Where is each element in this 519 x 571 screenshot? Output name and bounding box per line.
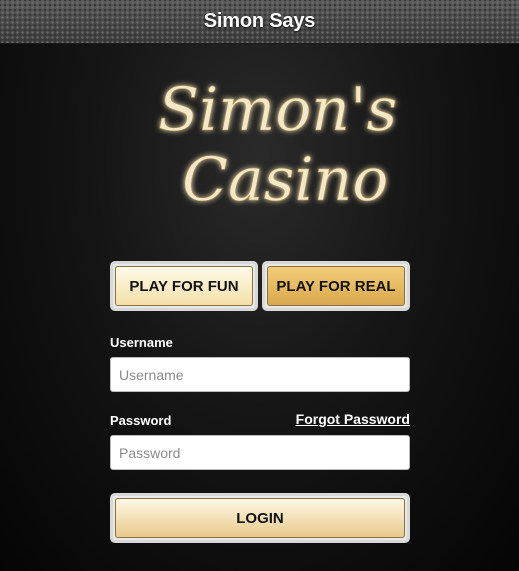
title-bar: Simon Says [0, 0, 519, 44]
username-input[interactable] [110, 357, 410, 392]
app-window: Simon Says Simon's Casino PLAY FOR FUN P… [0, 0, 519, 571]
play-mode-toggle: PLAY FOR FUN PLAY FOR REAL [110, 261, 410, 311]
password-label: Password [110, 413, 172, 428]
username-label: Username [110, 335, 173, 350]
casino-logo: Simon's Casino [150, 55, 398, 220]
password-input[interactable] [110, 435, 410, 470]
play-for-real-label: PLAY FOR REAL [267, 266, 405, 306]
logo-line-1: Simon's [158, 75, 397, 145]
casino-logo-graphic: Simon's Casino [158, 75, 398, 216]
play-for-real-button[interactable]: PLAY FOR REAL [262, 261, 410, 311]
logo-line-2: Casino [182, 145, 388, 215]
login-button[interactable]: LOGIN [110, 493, 410, 543]
window-title: Simon Says [203, 10, 316, 32]
play-for-fun-button[interactable]: PLAY FOR FUN [110, 261, 258, 311]
forgot-password-link[interactable]: Forgot Password [296, 411, 410, 427]
login-button-label: LOGIN [115, 498, 405, 538]
play-for-fun-label: PLAY FOR FUN [115, 266, 253, 306]
